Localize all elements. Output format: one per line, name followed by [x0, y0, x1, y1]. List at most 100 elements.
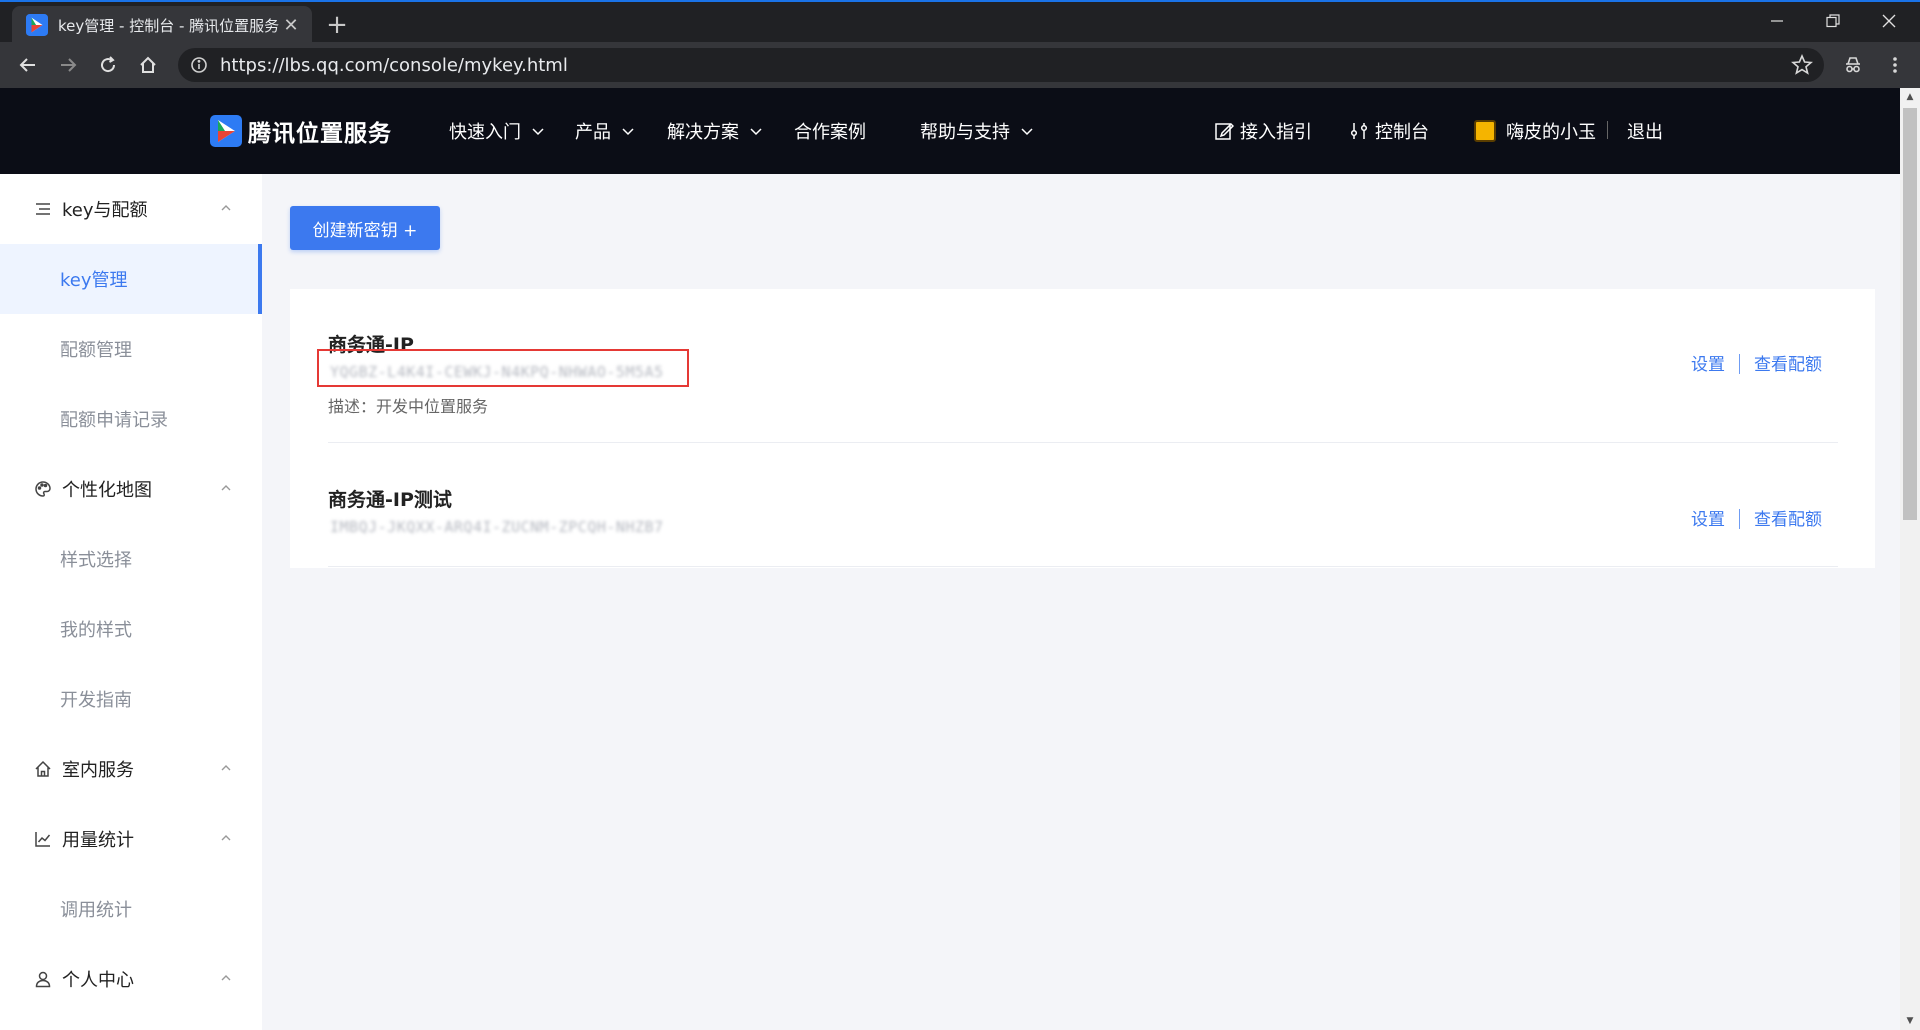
sliders-icon	[1350, 123, 1368, 139]
sidebar-item-key-management[interactable]: key管理	[0, 244, 262, 314]
minimize-window-icon[interactable]	[1754, 6, 1800, 36]
sidebar-item-label: 配额申请记录	[60, 410, 168, 431]
sidebar-group-usage[interactable]: 用量统计	[0, 804, 262, 874]
sidebar-item-my-styles[interactable]: 我的样式	[0, 594, 262, 664]
nav-label: 产品	[575, 122, 611, 143]
sidebar-group-label: 个性化地图	[62, 480, 152, 501]
sidebar-item-label: key管理	[60, 270, 128, 291]
sidebar-item-label: 样式选择	[60, 550, 132, 571]
sidebar-group-key-quota[interactable]: key与配额	[0, 174, 262, 244]
nav-help[interactable]: 帮助与支持	[920, 118, 1034, 144]
avatar	[1474, 120, 1496, 142]
sidebar-item-quota-management[interactable]: 配额管理	[0, 314, 262, 384]
nav-access-guide[interactable]: 接入指引	[1214, 118, 1312, 144]
username: 嗨皮的小玉	[1506, 122, 1596, 143]
nav-label: 控制台	[1375, 122, 1429, 143]
nav-label: 退出	[1627, 122, 1663, 143]
chevron-down-icon	[622, 128, 634, 136]
home-icon	[35, 760, 51, 777]
forward-arrow-icon[interactable]	[53, 50, 83, 80]
sidebar-group-custom-map[interactable]: 个性化地图	[0, 454, 262, 524]
key-row: 商务通-IP测试 IMBQJ-JKQXX-ARQ4I-ZUCNM-ZPCQH-N…	[328, 474, 1838, 544]
reload-icon[interactable]	[93, 50, 123, 80]
sidebar-group-personal[interactable]: 个人中心	[0, 944, 262, 1014]
chevron-down-icon	[1021, 128, 1033, 136]
view-quota-link[interactable]: 查看配额	[1754, 505, 1822, 530]
create-key-button[interactable]: 创建新密钥 +	[290, 206, 440, 250]
bookmark-star-icon[interactable]	[1790, 53, 1814, 77]
tencent-lbs-logo-icon	[210, 115, 242, 147]
key-description: 描述：开发中位置服务	[328, 397, 489, 416]
key-name: 商务通-IP测试	[328, 489, 452, 511]
back-arrow-icon[interactable]	[13, 50, 43, 80]
nav-products[interactable]: 产品	[575, 118, 635, 144]
settings-link[interactable]: 设置	[1691, 505, 1725, 530]
brand-logo[interactable]: 腾讯位置服务	[210, 114, 392, 148]
key-list-card: 商务通-IP YQGBZ-L4K4I-CEWKJ-N4KPQ-NHWAO-5M5…	[290, 289, 1875, 568]
scroll-thumb[interactable]	[1903, 108, 1917, 520]
restore-window-icon[interactable]	[1810, 6, 1856, 36]
new-tab-icon[interactable]: +	[322, 10, 352, 40]
user-profile[interactable]: 嗨皮的小玉	[1474, 118, 1596, 144]
list-icon	[36, 203, 50, 215]
nav-label: 接入指引	[1240, 122, 1312, 143]
sidebar-item-quota-requests[interactable]: 配额申请记录	[0, 384, 262, 454]
divider	[1607, 121, 1608, 139]
sidebar-group-label: key与配额	[62, 200, 148, 221]
settings-link[interactable]: 设置	[1691, 350, 1725, 375]
chevron-up-icon	[221, 205, 231, 211]
nav-label: 快速入门	[449, 122, 521, 143]
sidebar-item-label: 开发指南	[60, 690, 132, 711]
incognito-icon[interactable]	[1838, 50, 1868, 80]
close-tab-icon[interactable]: ✕	[280, 14, 302, 36]
address-bar[interactable]: https://lbs.qq.com/console/mykey.html	[178, 48, 1824, 82]
scroll-up-icon[interactable]: ▲	[1900, 88, 1920, 106]
chart-icon	[35, 832, 51, 847]
nav-label: 解决方案	[667, 122, 739, 143]
chevron-down-icon	[532, 128, 544, 136]
chevron-up-icon	[221, 765, 231, 771]
brand-name: 腾讯位置服务	[248, 121, 392, 147]
sidebar-item-call-stats[interactable]: 调用统计	[0, 874, 262, 944]
sidebar: key与配额 key管理 配额管理 配额申请记录 个性化地图 样式选择 我的样式…	[0, 174, 262, 1030]
tab-title: key管理 - 控制台 - 腾讯位置服务	[58, 16, 280, 35]
nav-console[interactable]: 控制台	[1349, 118, 1429, 144]
chevron-up-icon	[221, 835, 231, 841]
site-info-icon[interactable]	[190, 56, 208, 74]
browser-toolbar: https://lbs.qq.com/console/mykey.html	[0, 42, 1920, 88]
browser-tab-bar: key管理 - 控制台 - 腾讯位置服务 ✕ +	[0, 0, 1920, 44]
edit-icon	[1215, 122, 1234, 140]
sidebar-item-label: 调用统计	[60, 900, 132, 921]
page-scrollbar[interactable]: ▲ ▼	[1900, 88, 1920, 1030]
nav-label: 帮助与支持	[920, 122, 1010, 143]
nav-solutions[interactable]: 解决方案	[667, 118, 763, 144]
sidebar-group-indoor[interactable]: 室内服务	[0, 734, 262, 804]
sidebar-group-label: 室内服务	[62, 760, 134, 781]
view-quota-link[interactable]: 查看配额	[1754, 350, 1822, 375]
palette-icon	[35, 481, 51, 497]
sidebar-group-label: 用量统计	[62, 830, 134, 851]
scroll-down-icon[interactable]: ▼	[1900, 1012, 1920, 1030]
nav-cases[interactable]: 合作案例	[794, 118, 866, 144]
browser-tab[interactable]: key管理 - 控制台 - 腾讯位置服务 ✕	[12, 6, 312, 44]
home-icon[interactable]	[133, 50, 163, 80]
sidebar-item-style-select[interactable]: 样式选择	[0, 524, 262, 594]
url-text: https://lbs.qq.com/console/mykey.html	[220, 54, 568, 76]
close-window-icon[interactable]	[1866, 6, 1912, 36]
logout-link[interactable]: 退出	[1627, 118, 1663, 144]
tencent-lbs-favicon-icon	[26, 14, 48, 36]
nav-quickstart[interactable]: 快速入门	[449, 118, 545, 144]
highlight-box	[317, 349, 689, 387]
action-divider	[1739, 509, 1740, 529]
sidebar-item-dev-guide[interactable]: 开发指南	[0, 664, 262, 734]
sidebar-group-label: 个人中心	[62, 970, 134, 991]
sidebar-item-label: 我的样式	[60, 620, 132, 641]
key-value: IMBQJ-JKQXX-ARQ4I-ZUCNM-ZPCQH-NHZB7	[330, 518, 664, 536]
sidebar-item-label: 配额管理	[60, 340, 132, 361]
row-divider	[328, 442, 1838, 443]
chevron-up-icon	[221, 975, 231, 981]
action-divider	[1739, 354, 1740, 374]
chevron-up-icon	[221, 485, 231, 491]
browser-menu-icon[interactable]	[1880, 50, 1910, 80]
chevron-down-icon	[750, 128, 762, 136]
